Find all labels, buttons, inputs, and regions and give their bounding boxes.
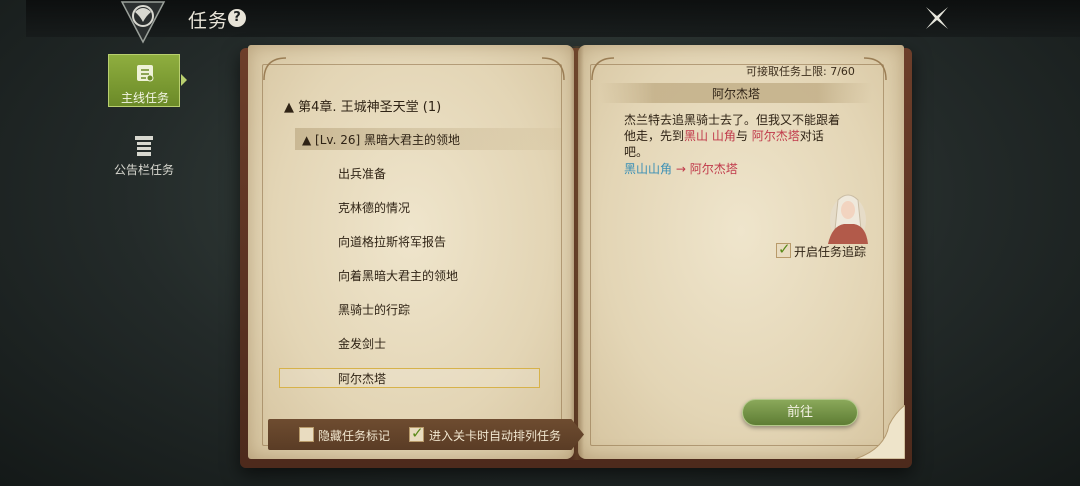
notice-board-icon (135, 136, 153, 156)
sub-chapter-header[interactable]: ▲ [Lv. 26] 黑暗大君主的领地 (302, 131, 460, 148)
route-to: 阿尔杰塔 (689, 162, 738, 176)
sidebar-item-label: 主线任务 (120, 91, 169, 105)
quest-description: 杰兰特去追黑骑士去了。但我又不能跟着他走，先到黑山 山角与 阿尔杰塔对话吧。 (624, 112, 844, 160)
quest-title: 阿尔杰塔 (711, 87, 760, 101)
checkmark-icon: ✓ (778, 240, 791, 258)
track-quest-label[interactable]: 开启任务追踪 (794, 243, 866, 260)
sidebar-item-label: 公告栏任务 (113, 163, 174, 177)
sidebar-item-notice-board-quest[interactable]: 公告栏任务 (100, 132, 188, 178)
auto-sort-label[interactable]: 进入关卡时自动排列任务 (429, 427, 561, 444)
close-icon[interactable] (922, 3, 952, 33)
hide-markers-label[interactable]: 隐藏任务标记 (318, 427, 390, 444)
hide-markers-checkbox[interactable] (299, 427, 314, 442)
route-from: 黑山山角 (624, 162, 673, 176)
corner-ornament-icon (541, 57, 565, 81)
desc-npc-highlight: 阿尔杰塔 (751, 129, 800, 143)
quest-list-item[interactable]: 出兵准备 (338, 165, 386, 182)
scroll-icon (137, 65, 154, 82)
chapter-header[interactable]: ▲ 第4章. 王城神圣天堂 (1) (284, 96, 441, 115)
checkmark-icon: ✓ (411, 424, 424, 442)
quest-list-item[interactable]: 黑骑士的行踪 (338, 301, 410, 318)
corner-ornament-icon (591, 57, 615, 81)
quest-limit-counter: 可接取任务上限: 7/60 (746, 65, 855, 78)
quest-list-item[interactable]: 克林德的情况 (338, 199, 410, 216)
quest-route[interactable]: 黑山山角 → 阿尔杰塔 (624, 160, 738, 177)
active-indicator-arrow (181, 74, 187, 86)
left-page-frame (262, 64, 562, 446)
quest-list-item[interactable]: 向着黑暗大君主的领地 (338, 267, 458, 284)
page-curl-decoration (854, 405, 905, 459)
quest-list-item-selected[interactable]: 阿尔杰塔 (338, 370, 386, 387)
quest-list-item[interactable]: 向道格拉斯将军报告 (338, 233, 446, 250)
auto-sort-checkbox[interactable]: ✓ (409, 424, 424, 442)
help-icon[interactable]: ? (228, 9, 246, 27)
npc-portrait (828, 194, 868, 244)
sidebar-item-main-quest[interactable]: 主线任务 (108, 54, 180, 107)
dragon-emblem-icon (120, 1, 166, 44)
route-arrow-icon: → (675, 162, 686, 176)
book-spine (570, 46, 584, 460)
desc-place-highlight: 黑山 山角 (684, 129, 736, 143)
track-quest-checkbox[interactable]: ✓ (776, 240, 791, 258)
page-title: 任务 (188, 10, 229, 32)
desc-text: 与 (735, 129, 748, 143)
corner-ornament-icon (263, 57, 287, 81)
selected-quest-highlight (279, 368, 540, 388)
corner-ornament-icon (863, 57, 887, 81)
go-button[interactable]: 前往 (742, 399, 858, 426)
quest-list-item[interactable]: 金发剑士 (338, 335, 386, 352)
